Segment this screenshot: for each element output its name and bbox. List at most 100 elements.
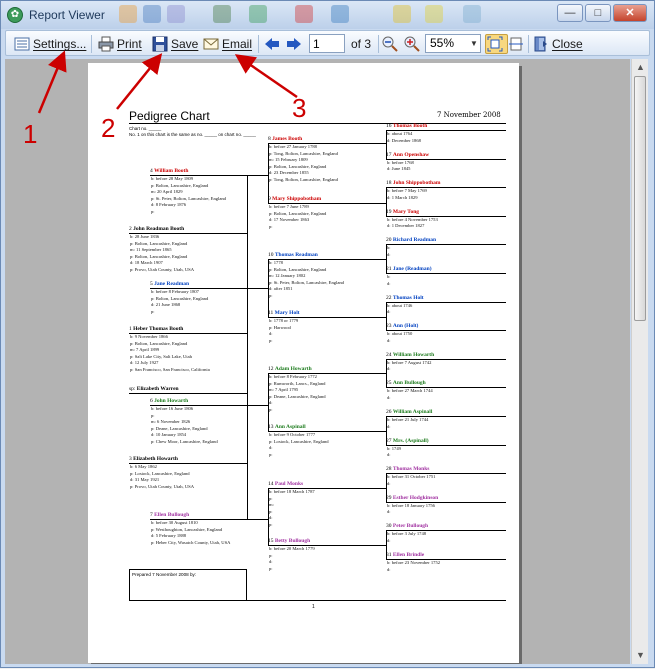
- toolbar-separator: [258, 35, 259, 53]
- person-name: Thomas Booth: [392, 123, 428, 129]
- person-p4[interactable]: 4 William Booth: [150, 168, 188, 175]
- zoom-select[interactable]: 55% ▼: [425, 34, 481, 53]
- person-detail: p: Bolton, Lancashire, England: [269, 210, 327, 216]
- person-detail: b:: [387, 245, 391, 251]
- person-detail: p: San Francisco, San Francisco, Califor…: [130, 367, 210, 372]
- person-p20[interactable]: 20 Richard Readman: [386, 237, 436, 244]
- person-p14[interactable]: 14 Paul Monks: [268, 481, 303, 488]
- fit-width-button[interactable]: [508, 34, 527, 54]
- person-p10[interactable]: 10 Thomas Readman: [268, 252, 318, 259]
- person-detail: p:: [151, 209, 155, 214]
- person-p15[interactable]: 15 Betty Bullough: [268, 538, 310, 545]
- person-name: Thomas Holt: [392, 294, 424, 301]
- person-p19[interactable]: 19 Mary Tong: [386, 209, 419, 216]
- email-button[interactable]: Email: [203, 34, 252, 54]
- zoom-out-button[interactable]: [382, 34, 401, 54]
- print-label: Print: [117, 37, 142, 51]
- person-detail: m: 6 November 1826: [151, 419, 191, 425]
- person-detail: d:: [387, 480, 391, 486]
- person-name: John Howarth: [154, 398, 189, 404]
- toolbar: Settings... Print Save Email of 3: [5, 30, 650, 56]
- person-detail: d:: [387, 452, 391, 458]
- person-p29[interactable]: 29 Esther Hodgkinson: [386, 495, 438, 502]
- person-detail: m: 20 April 1829: [151, 189, 183, 195]
- person-p6[interactable]: 6 John Howarth: [150, 398, 188, 405]
- person-p1[interactable]: 1 Heber Thomas Booth: [129, 326, 183, 333]
- person-p11[interactable]: 11 Mary Holt: [268, 310, 300, 317]
- background-icon: [463, 5, 481, 23]
- vertical-scrollbar[interactable]: ▲ ▼: [631, 59, 648, 664]
- save-button[interactable]: Save: [152, 34, 198, 54]
- chart-line: [386, 301, 387, 331]
- report-viewport[interactable]: Pedigree Chart 7 November 2008 Chart no.…: [5, 59, 630, 664]
- person-detail: d: 1 December 1827: [387, 223, 425, 229]
- person-p8[interactable]: 8 James Booth: [268, 136, 302, 143]
- person-detail: d:: [387, 280, 391, 286]
- person-name: Richard Readman: [392, 237, 437, 244]
- chart-line: [386, 244, 387, 273]
- next-page-button[interactable]: [286, 34, 305, 54]
- scroll-down-icon[interactable]: ▼: [632, 647, 649, 664]
- person-p16[interactable]: 16 Thomas Booth: [386, 123, 427, 130]
- chart-line: [268, 259, 386, 260]
- scroll-up-icon[interactable]: ▲: [632, 59, 649, 76]
- person-p7[interactable]: 7 Ellen Bullough: [150, 512, 189, 519]
- person-p26[interactable]: 26 William Aspinall: [386, 409, 432, 416]
- person-p24[interactable]: 24 William Howarth: [386, 352, 434, 359]
- person-number: 11: [268, 310, 275, 316]
- person-detail: p: Chew Moor, Lancashire, England: [151, 439, 218, 444]
- person-detail: m: 15 February 1809: [269, 157, 308, 163]
- toolbar-separator: [528, 35, 529, 53]
- close-window-button[interactable]: ✕: [613, 4, 647, 22]
- person-p25[interactable]: 25 Ann Bullough: [386, 380, 426, 387]
- person-p3[interactable]: 3 Elizabeth Howarth: [129, 456, 178, 463]
- person-detail: d: December 1868: [387, 137, 421, 143]
- minimize-button[interactable]: —: [557, 4, 583, 22]
- person-detail: p:: [269, 293, 273, 298]
- person-p13[interactable]: 13 Ann Aspinall: [268, 424, 306, 431]
- person-p30[interactable]: 30 Peter Bullough: [386, 523, 428, 530]
- person-p12[interactable]: 12 Adam Howarth: [268, 366, 312, 373]
- person-p9[interactable]: 9 Mary Shippobotham: [268, 196, 321, 203]
- close-report-button[interactable]: Close: [533, 34, 583, 54]
- zoom-out-icon: [382, 36, 398, 52]
- person-number: 12: [268, 366, 275, 372]
- page-number-input[interactable]: [309, 34, 345, 53]
- person-p27[interactable]: 27 Mrs. (Aspinall): [386, 438, 429, 445]
- person-p23[interactable]: 23 Ann (Holt): [386, 323, 418, 330]
- toolbar-separator: [91, 35, 92, 53]
- chart-line: [386, 244, 506, 245]
- envelope-icon: [203, 36, 219, 52]
- person-p22[interactable]: 22 Thomas Holt: [386, 295, 424, 302]
- person-p31[interactable]: 31 Ellen Brindle: [386, 552, 424, 559]
- background-icon: [213, 5, 231, 23]
- person-detail: d:: [387, 395, 391, 400]
- person-name: Esther Hodgkinson: [392, 494, 439, 501]
- person-p21[interactable]: 21 Jane (Readman): [386, 266, 432, 273]
- person-p5[interactable]: 5 Jane Readman: [150, 281, 189, 288]
- zoom-in-button[interactable]: [404, 34, 423, 54]
- person-detail: d:: [387, 366, 391, 372]
- chevron-down-icon: ▼: [470, 39, 478, 48]
- person-detail: p:: [269, 508, 273, 514]
- chart-line: [386, 358, 387, 388]
- person-p28[interactable]: 28 Thomas Monks: [386, 466, 429, 473]
- person-number: 20: [386, 237, 393, 244]
- person-detail: d:: [269, 559, 273, 565]
- title-rule: [129, 123, 506, 124]
- person-p2[interactable]: 2 John Readman Booth: [129, 226, 184, 233]
- fit-page-button[interactable]: [485, 34, 508, 54]
- print-button[interactable]: Print: [98, 34, 142, 54]
- spouse-line: sp: Elizabeth Warren: [129, 386, 179, 393]
- previous-page-button[interactable]: [264, 34, 283, 54]
- person-detail: b: before 7 June 1789: [269, 204, 309, 209]
- floppy-disk-icon: [152, 36, 168, 52]
- scroll-thumb[interactable]: [634, 76, 646, 321]
- maximize-button[interactable]: □: [585, 4, 611, 22]
- person-detail: p: Bolton, Lancashire, England: [151, 295, 209, 301]
- person-p17[interactable]: 17 Ann Openshaw: [386, 152, 429, 159]
- person-number: 23: [386, 323, 393, 330]
- settings-button[interactable]: Settings...: [14, 34, 86, 54]
- person-p18[interactable]: 18 John Shippobotham: [386, 180, 440, 187]
- person-detail: p:: [269, 552, 273, 558]
